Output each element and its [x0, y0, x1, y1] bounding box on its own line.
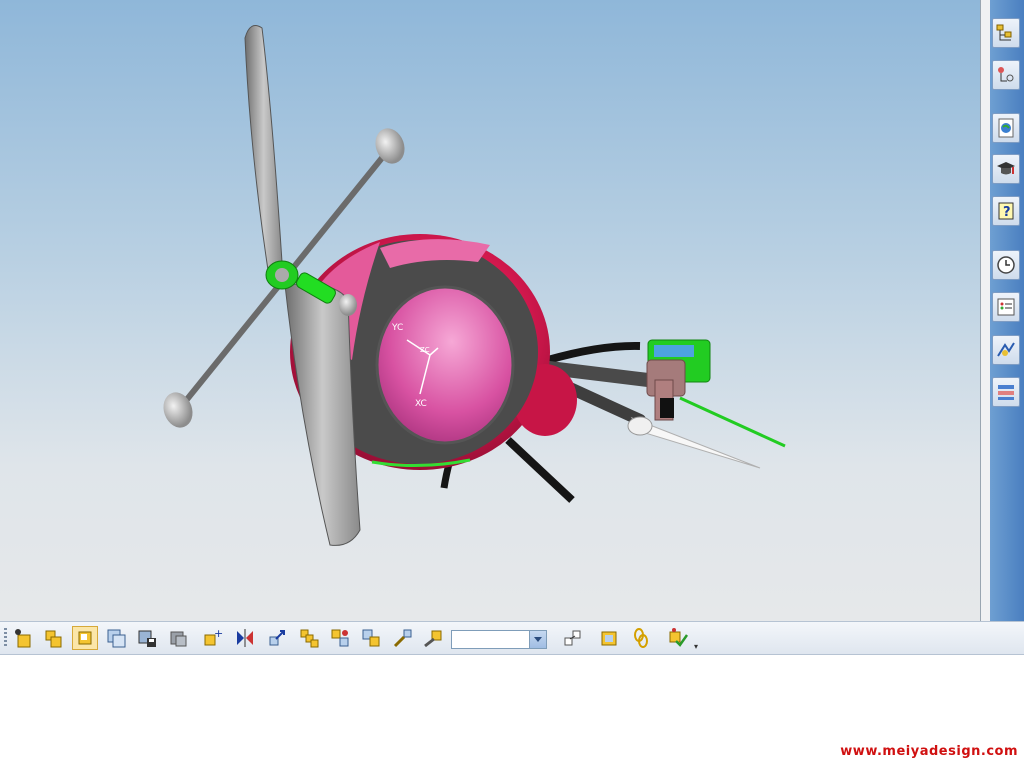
graphics-viewport[interactable]: YC XC ZC: [0, 0, 981, 621]
training-icon[interactable]: [992, 154, 1020, 184]
add-component-icon[interactable]: [10, 626, 36, 650]
triad-zc-label: ZC: [420, 346, 430, 354]
chevron-down-icon[interactable]: [529, 631, 546, 648]
check-constraints-icon[interactable]: [665, 626, 691, 650]
toolbar-overflow-icon[interactable]: ▾: [694, 642, 698, 651]
landing-skid: [546, 341, 641, 364]
system-materials-icon[interactable]: [992, 292, 1020, 322]
replace-component-icon[interactable]: [103, 626, 129, 650]
roles-icon[interactable]: [992, 377, 1020, 407]
clearance-icon[interactable]: [420, 626, 446, 650]
assembly-navigator-icon[interactable]: [992, 18, 1020, 48]
assembly-sequence-icon[interactable]: [358, 626, 384, 650]
watermark: www.meiyadesign.com: [840, 744, 1018, 759]
resource-bar: ?: [990, 0, 1024, 621]
svg-text:?: ?: [1003, 205, 1011, 220]
tail-hub: [627, 416, 653, 436]
landing-skid: [505, 437, 575, 503]
canopy-window: [375, 285, 515, 445]
viewport-scroll-strip: [981, 0, 990, 621]
tail-rod: [679, 396, 786, 448]
wave-link-icon[interactable]: [560, 626, 586, 650]
interpart-link-icon[interactable]: [596, 626, 622, 650]
rotor-blade-lower: [284, 283, 361, 546]
move-component-icon[interactable]: [264, 626, 290, 650]
create-array-icon[interactable]: [327, 626, 353, 650]
help-icon[interactable]: ?: [992, 196, 1020, 226]
rotor-blade-upper: [244, 25, 283, 271]
web-browser-icon[interactable]: [992, 113, 1020, 143]
reference-set-dropdown[interactable]: [451, 630, 547, 649]
helicopter-model[interactable]: YC XC ZC: [0, 0, 980, 621]
toolbar-grip[interactable]: [4, 628, 7, 648]
reference-set-icon[interactable]: [72, 626, 98, 650]
history-icon[interactable]: [992, 250, 1020, 280]
add-constraint-icon[interactable]: +: [200, 626, 226, 650]
new-component-icon[interactable]: [40, 626, 66, 650]
hide-component-icon[interactable]: [165, 626, 191, 650]
explode-icon[interactable]: [390, 626, 416, 650]
assemblies-toolbar: + ▾: [0, 621, 1024, 655]
save-assembly-icon[interactable]: [134, 626, 160, 650]
svg-text:+: +: [214, 627, 223, 640]
mirror-assembly-icon[interactable]: [232, 626, 258, 650]
triad-yc-label: YC: [391, 323, 403, 333]
process-studio-icon[interactable]: [992, 335, 1020, 365]
triad-xc-label: XC: [415, 399, 427, 409]
part-navigator-icon[interactable]: [992, 60, 1020, 90]
component-array-icon[interactable]: [296, 626, 322, 650]
chain-link-icon[interactable]: [628, 626, 654, 650]
